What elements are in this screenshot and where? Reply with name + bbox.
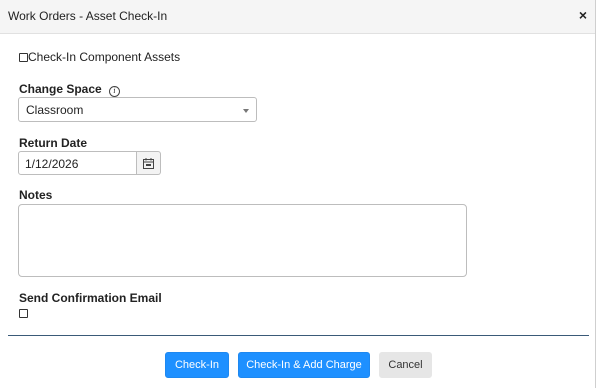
change-space-select[interactable]: Classroom [18, 97, 257, 122]
component-assets-checkbox[interactable] [19, 52, 28, 62]
dialog-title: Work Orders - Asset Check-In [8, 9, 168, 23]
notes-label: Notes [19, 188, 53, 202]
chevron-down-icon [243, 109, 249, 113]
change-space-label-text: Change Space [19, 82, 102, 96]
cancel-button[interactable]: Cancel [379, 352, 432, 378]
change-space-label: Change Space i [19, 82, 121, 97]
send-email-checkbox[interactable] [19, 309, 28, 318]
return-date-input[interactable]: 1/12/2026 [18, 151, 137, 175]
checkin-add-charge-button[interactable]: Check-In & Add Charge [238, 352, 370, 378]
return-date-label: Return Date [19, 136, 88, 150]
dialog-titlebar: Work Orders - Asset Check-In × [0, 0, 595, 34]
calendar-icon [143, 157, 154, 169]
asset-checkin-dialog: Work Orders - Asset Check-In × Check-In … [0, 0, 596, 388]
change-space-value: Classroom [26, 103, 84, 117]
component-assets-label: Check-In Component Assets [28, 50, 181, 64]
notes-textarea[interactable] [18, 204, 467, 277]
checkin-button[interactable]: Check-In [165, 352, 229, 378]
component-assets-checkbox-row[interactable]: Check-In Component Assets [19, 50, 180, 64]
calendar-button[interactable] [137, 151, 161, 175]
close-icon[interactable]: × [579, 8, 587, 22]
info-icon[interactable]: i [109, 86, 121, 97]
send-email-label: Send Confirmation Email [19, 291, 162, 305]
return-date-picker: 1/12/2026 [18, 151, 161, 175]
footer-divider [8, 335, 589, 336]
